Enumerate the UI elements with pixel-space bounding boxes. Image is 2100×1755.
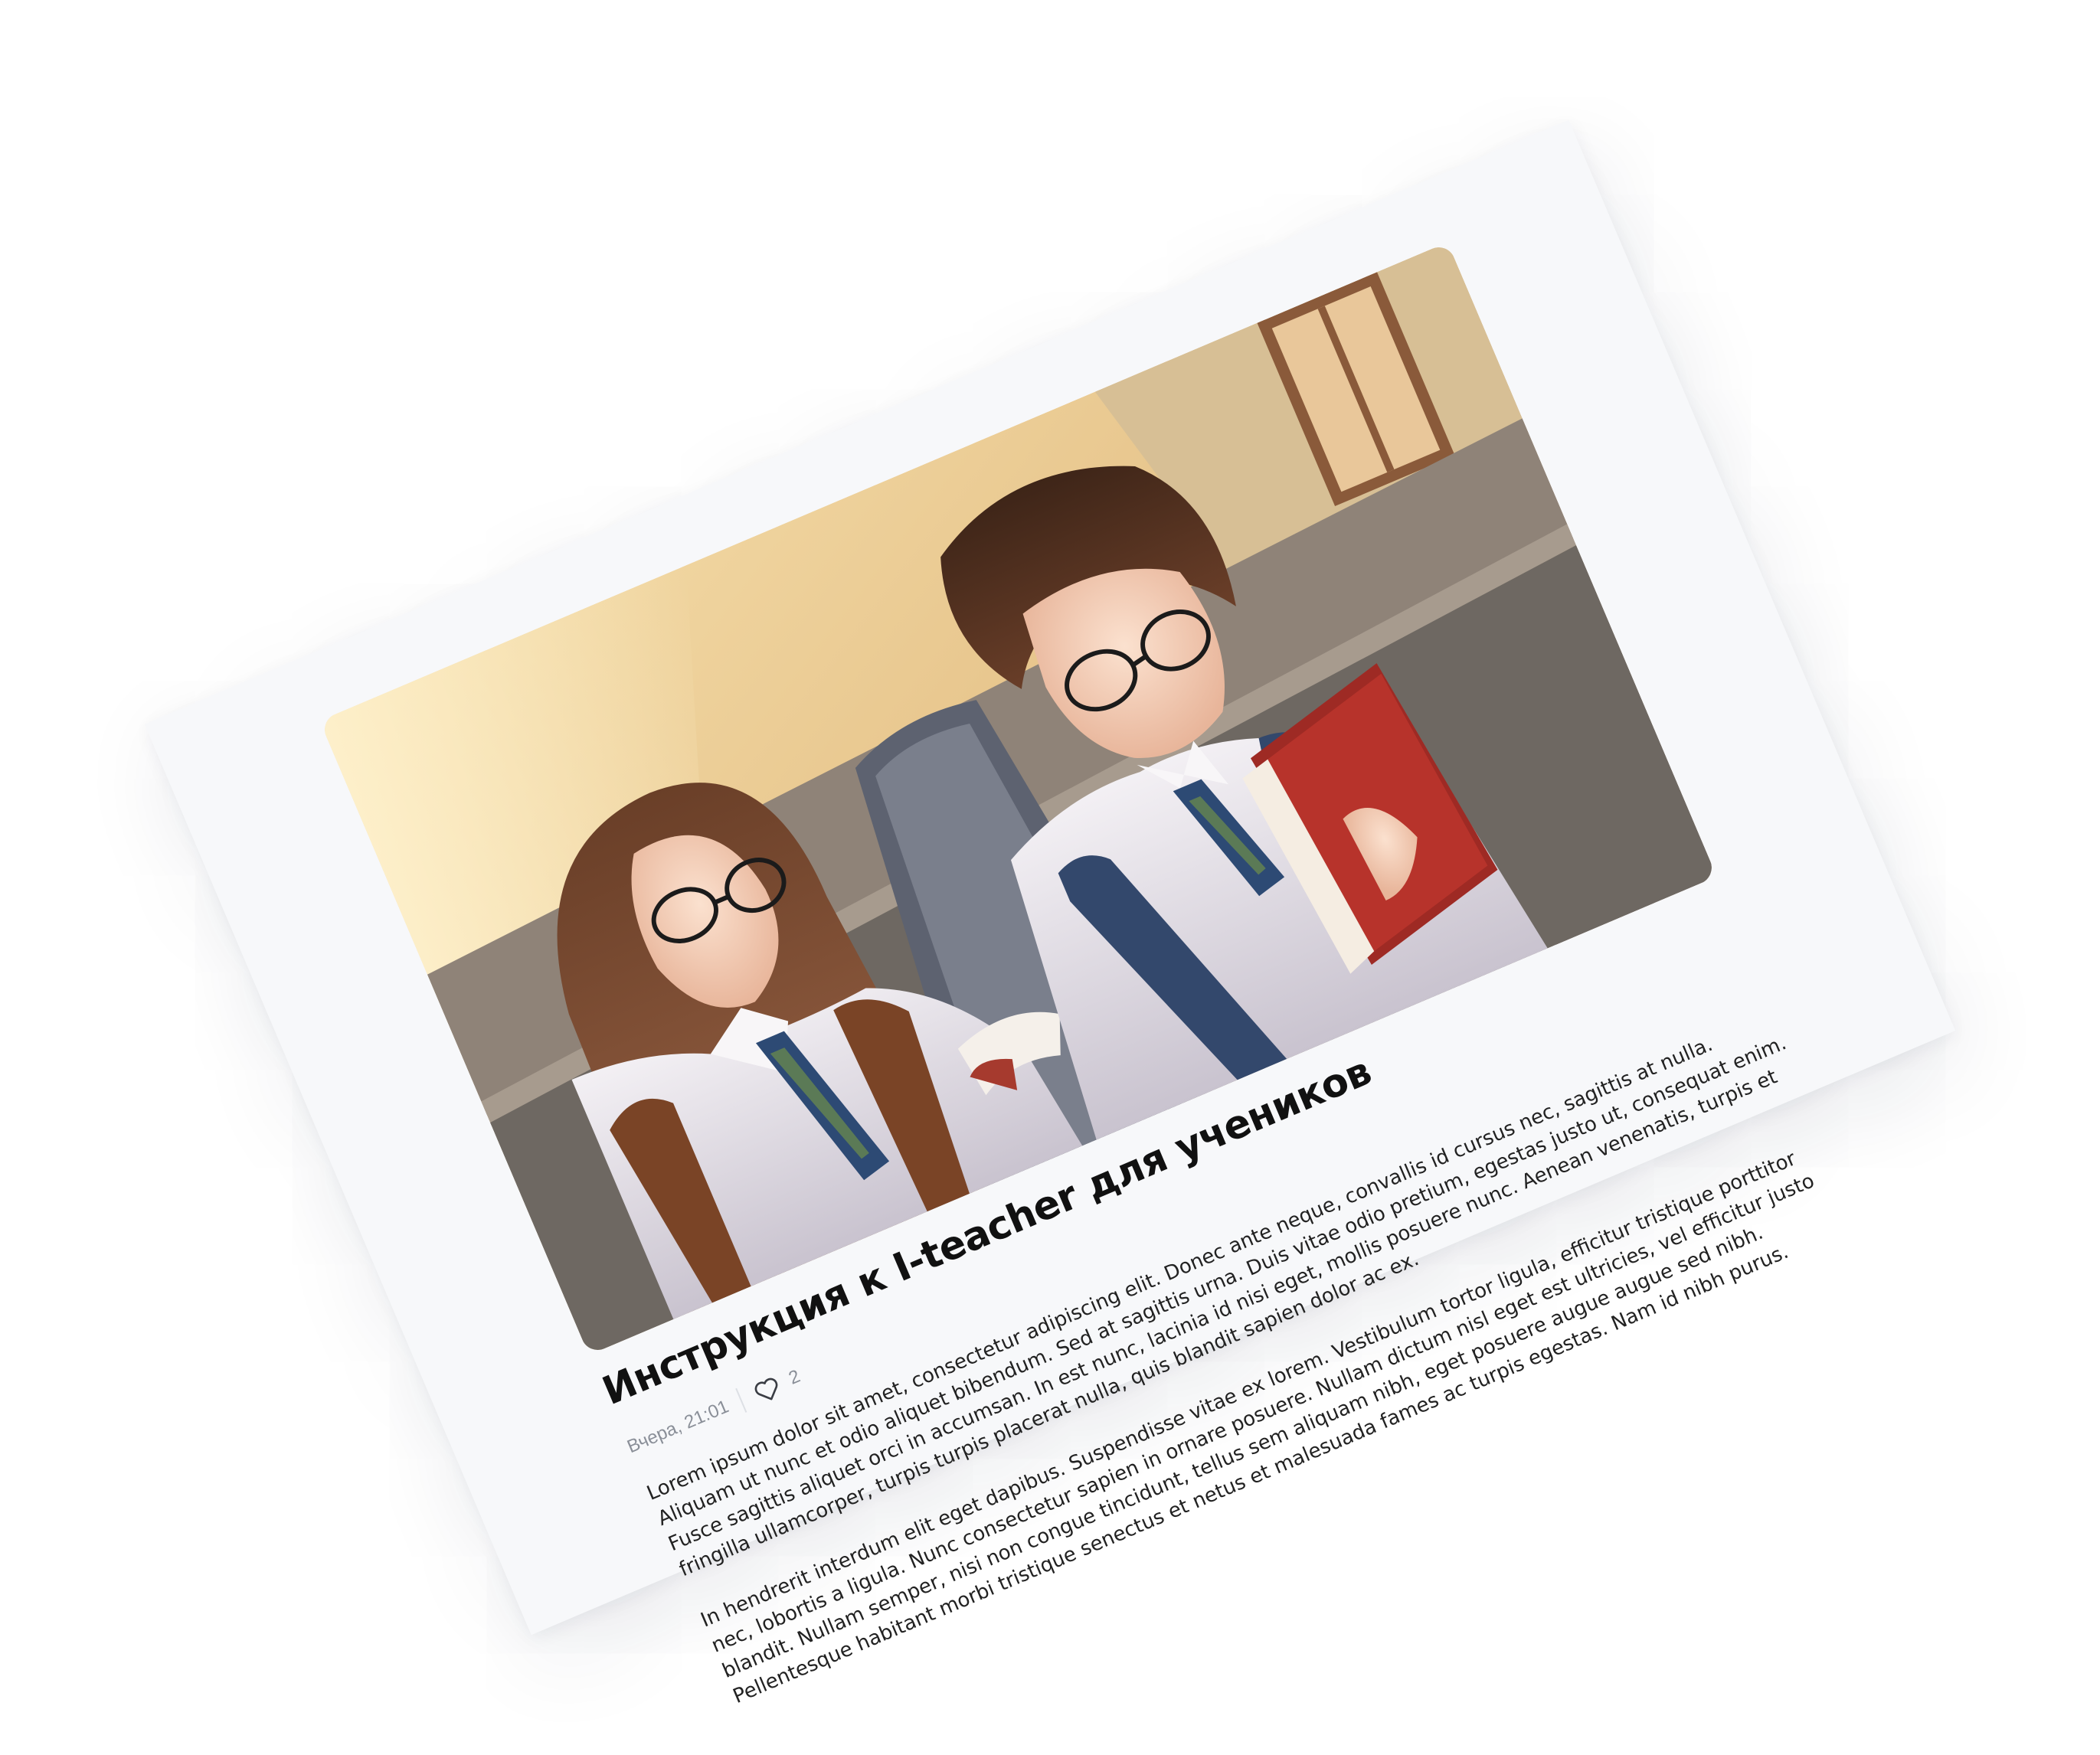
- like-count: 2: [785, 1365, 803, 1389]
- like-button[interactable]: 2: [750, 1364, 804, 1406]
- heart-outline-icon: [754, 1378, 778, 1400]
- meta-divider: [735, 1387, 747, 1413]
- stage: Инструкция к I-teacher для учеников Вчер…: [0, 0, 2100, 1755]
- publish-date: Вчера, 21:01: [624, 1396, 732, 1458]
- article-card: Инструкция к I-teacher для учеников Вчер…: [144, 119, 1956, 1708]
